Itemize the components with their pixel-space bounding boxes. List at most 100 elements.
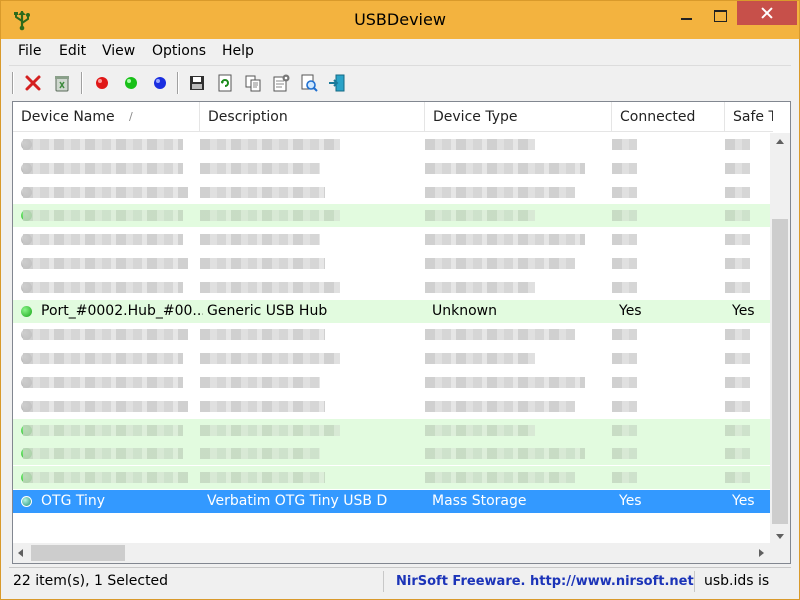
redacted-cell xyxy=(200,448,320,459)
redacted-cell xyxy=(612,401,637,412)
app-window: USBDeview File Edit View Options Help De… xyxy=(0,0,800,600)
redacted-cell xyxy=(725,448,750,459)
redacted-cell xyxy=(725,139,750,150)
refresh-icon[interactable] xyxy=(215,73,235,93)
redacted-cell xyxy=(725,425,750,436)
sort-arrow-icon: ∕ xyxy=(129,110,133,123)
table-row[interactable] xyxy=(13,228,770,251)
table-row[interactable] xyxy=(13,157,770,180)
table-row[interactable] xyxy=(13,371,770,394)
column-header-device-name[interactable]: Device Name ∕ xyxy=(13,102,200,132)
scrollbar-corner xyxy=(770,543,790,563)
blue-dot-icon[interactable] xyxy=(150,73,170,93)
delete-icon[interactable] xyxy=(23,73,43,93)
redacted-cell xyxy=(200,353,340,364)
find-icon[interactable] xyxy=(299,73,319,93)
table-cell: Unknown xyxy=(432,303,497,319)
redacted-cell xyxy=(23,282,183,293)
redacted-cell xyxy=(425,210,535,221)
scroll-right-button[interactable] xyxy=(752,543,770,563)
table-row-selected[interactable]: OTG Tiny Verbatim OTG Tiny USB Device Mass… xyxy=(13,490,770,513)
redacted-cell xyxy=(725,282,750,293)
table-row[interactable] xyxy=(13,395,770,418)
redacted-cell xyxy=(200,425,340,436)
redacted-cell xyxy=(425,472,575,483)
menu-view[interactable]: View xyxy=(102,43,135,59)
redacted-cell xyxy=(612,234,637,245)
table-cell: Yes xyxy=(619,303,642,319)
redacted-cell xyxy=(725,329,750,340)
red-dot-icon[interactable] xyxy=(92,73,112,93)
redacted-cell xyxy=(23,401,188,412)
column-header-description[interactable]: Description xyxy=(200,102,425,132)
table-cell: OTG Tiny xyxy=(41,493,106,509)
scroll-up-button[interactable] xyxy=(770,133,790,151)
maximize-button[interactable] xyxy=(704,1,736,29)
redacted-cell xyxy=(425,258,575,269)
table-row[interactable] xyxy=(13,252,770,275)
redacted-cell xyxy=(200,377,320,388)
close-button[interactable] xyxy=(737,1,797,25)
horizontal-scroll-thumb[interactable] xyxy=(31,545,125,561)
redacted-cell xyxy=(23,139,183,150)
table-cell: Generic USB Hub xyxy=(207,303,328,319)
uninstall-icon[interactable] xyxy=(52,73,72,93)
table-row[interactable] xyxy=(13,276,770,299)
redacted-cell xyxy=(425,448,585,459)
menu-options[interactable]: Options xyxy=(152,43,206,59)
redacted-cell xyxy=(725,163,750,174)
redacted-cell xyxy=(23,353,183,364)
table-row[interactable] xyxy=(13,204,770,227)
green-dot-icon[interactable] xyxy=(121,73,141,93)
title-bar[interactable]: USBDeview xyxy=(1,1,799,39)
redacted-cell xyxy=(612,258,637,269)
table-row[interactable] xyxy=(13,419,770,442)
redacted-cell xyxy=(425,282,535,293)
minimize-button[interactable] xyxy=(671,1,703,29)
redacted-cell xyxy=(23,234,183,245)
table-row[interactable]: Port_#0002.Hub_#00... Generic USB Hub Unkn… xyxy=(13,300,770,323)
save-icon[interactable] xyxy=(187,73,207,93)
column-header-device-type[interactable]: Device Type xyxy=(425,102,612,132)
redacted-cell xyxy=(612,448,637,459)
redacted-cell xyxy=(612,282,637,293)
redacted-cell xyxy=(200,187,325,198)
status-bar: 22 item(s), 1 Selected NirSoft Freeware.… xyxy=(9,567,791,593)
redacted-cell xyxy=(425,425,535,436)
horizontal-scrollbar[interactable] xyxy=(13,543,770,563)
table-row[interactable] xyxy=(13,181,770,204)
exit-icon[interactable] xyxy=(327,73,347,93)
redacted-cell xyxy=(200,163,320,174)
redacted-cell xyxy=(425,187,575,198)
toolbar-separator xyxy=(177,72,179,94)
menu-edit[interactable]: Edit xyxy=(59,43,86,59)
menu-file[interactable]: File xyxy=(18,43,41,59)
table-cell: Mass Storage xyxy=(432,493,527,509)
table-row[interactable] xyxy=(13,442,770,465)
properties-icon[interactable] xyxy=(271,73,291,93)
table-row[interactable] xyxy=(13,466,770,489)
redacted-cell xyxy=(612,353,637,364)
table-row[interactable] xyxy=(13,347,770,370)
redacted-cell xyxy=(612,377,637,388)
scroll-left-button[interactable] xyxy=(13,543,31,563)
copy-icon[interactable] xyxy=(243,73,263,93)
column-header-connected[interactable]: Connected xyxy=(612,102,725,132)
toolbar-separator xyxy=(12,72,14,94)
redacted-cell xyxy=(425,401,575,412)
table-row[interactable] xyxy=(13,323,770,346)
column-header-safe-to-unplug[interactable]: Safe T xyxy=(725,102,773,132)
table-cell: Yes xyxy=(732,303,755,319)
nirsoft-link[interactable]: NirSoft Freeware. http://www.nirsoft.net xyxy=(389,571,695,592)
redacted-cell xyxy=(23,163,183,174)
redacted-cell xyxy=(725,401,750,412)
redacted-cell xyxy=(612,210,637,221)
redacted-cell xyxy=(612,163,637,174)
vertical-scrollbar[interactable] xyxy=(770,133,790,548)
table-row[interactable] xyxy=(13,133,770,156)
device-list: Device Name ∕ Description Device Type Co… xyxy=(12,101,791,564)
vertical-scroll-thumb[interactable] xyxy=(772,219,788,524)
menu-help[interactable]: Help xyxy=(222,43,254,59)
menu-bar: File Edit View Options Help xyxy=(9,39,791,64)
redacted-cell xyxy=(23,472,188,483)
